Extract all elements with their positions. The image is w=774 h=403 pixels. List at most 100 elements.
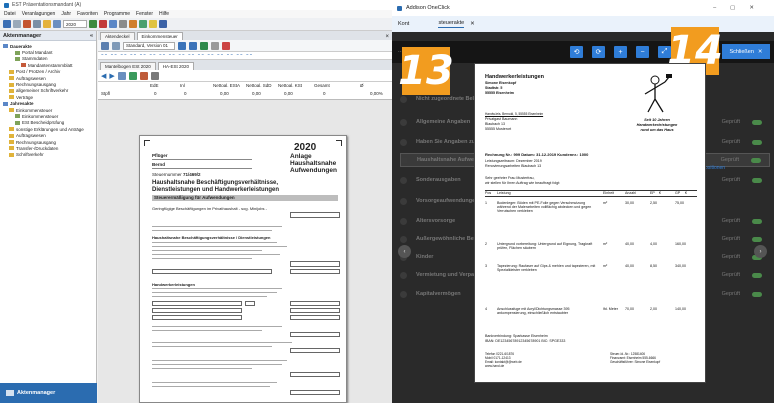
text-input[interactable] <box>152 269 272 274</box>
invoice-row-pos: 4 <box>485 307 487 311</box>
invoice-row-text: Bodenleger: Böden mit PE-Folie gegen Ver… <box>497 201 592 214</box>
sidebar-item-label: Einkommensteuer <box>16 107 53 113</box>
amount-input[interactable] <box>290 301 340 306</box>
error-icon[interactable] <box>99 20 107 28</box>
amount-input[interactable] <box>290 372 340 377</box>
settings-icon[interactable] <box>150 71 159 80</box>
toggle-icon[interactable] <box>752 291 762 297</box>
mail-icon[interactable] <box>23 20 31 28</box>
table-icon[interactable] <box>117 71 126 80</box>
tab-einkommensteuer[interactable]: Einkommensteuer <box>136 32 183 40</box>
tools-icon[interactable] <box>119 20 127 28</box>
toggle-icon[interactable] <box>752 177 762 183</box>
menu-favoriten[interactable]: Favoriten <box>77 11 98 17</box>
menu-fenster[interactable]: Fenster <box>136 11 153 17</box>
check-icon[interactable] <box>139 20 147 28</box>
chart-icon[interactable] <box>109 20 117 28</box>
text-line <box>152 230 272 232</box>
field-tool-icons[interactable]: ⁼⁼ ⁼⁼ ⁼⁼ ⁼⁼ ⁼⁼ ⁼⁼ ⁼⁼ ⁼⁼ ⁼⁼ ⁼⁼ ⁼⁼ ⁼⁼ ⁼⁼ ⁼… <box>101 53 253 59</box>
rotate-left-icon[interactable]: ⟲ <box>570 46 583 58</box>
version-select[interactable]: Standard, Version 01 <box>123 41 175 50</box>
open-icon[interactable] <box>13 20 21 28</box>
collapse-icon[interactable]: « <box>90 33 93 39</box>
invoice-row-gp: 140,00 <box>675 307 686 311</box>
export-icon[interactable] <box>129 20 137 28</box>
menu-hilfe[interactable]: Hilfe <box>159 11 169 17</box>
amount-input[interactable] <box>290 332 340 337</box>
bottom-nav-label: Aktenmanager <box>17 390 56 396</box>
amount-input[interactable] <box>290 348 340 353</box>
text-line <box>152 386 270 388</box>
arrow-icon[interactable] <box>53 20 61 28</box>
toggle-icon[interactable] <box>752 272 762 278</box>
section-minijobs: Geringfügige Beschäftigungen im Privatha… <box>152 206 267 211</box>
sidebar-item-label: sonstige Erklärungen und Anträge <box>16 126 84 132</box>
amount-input[interactable] <box>290 269 340 274</box>
tab-close-icon[interactable]: ✕ <box>470 21 475 27</box>
menu-datei[interactable]: Datei <box>4 11 16 17</box>
section-dienstleistungen: Haushaltsnahe Beschäftigungsverhältnisse… <box>152 235 271 240</box>
note-icon[interactable] <box>139 71 148 80</box>
year-select[interactable]: 2020 <box>63 20 87 28</box>
select-input[interactable] <box>245 301 255 306</box>
toggle-icon[interactable] <box>752 139 762 145</box>
tab-belege[interactable]: Belege <box>415 21 432 27</box>
text-input[interactable] <box>152 301 242 306</box>
aktenmanager-nav-button[interactable]: Aktenmanager <box>0 383 97 403</box>
tab-mantelbogen[interactable]: Mantelbogen ESt 2020 <box>100 62 156 70</box>
toggle-icon[interactable] <box>752 236 762 242</box>
toggle-icon[interactable] <box>752 119 762 125</box>
calculate-icon[interactable] <box>200 41 208 50</box>
next-document-icon[interactable]: › <box>754 245 767 258</box>
grid-icon[interactable] <box>112 41 120 50</box>
field-first-name[interactable]: Bernd <box>152 162 165 167</box>
menu-veranlagungen[interactable]: Veranlagungen <box>22 11 56 17</box>
folder-icon[interactable] <box>43 20 51 28</box>
app-icon <box>4 2 9 8</box>
text-line <box>152 382 277 384</box>
amount-input[interactable] <box>290 308 340 313</box>
forward-arrow-icon[interactable]: ▶ <box>109 72 114 80</box>
tax-software-window: EST Präsentationsmandant (A) Datei Veran… <box>0 0 392 403</box>
rotate-right-icon[interactable]: ⟳ <box>592 46 605 58</box>
checked-label: Geprüft <box>721 272 740 278</box>
home-icon[interactable] <box>3 20 11 28</box>
amount-input[interactable] <box>290 261 340 267</box>
zoom-in-icon[interactable]: + <box>614 46 627 58</box>
menu-jahr[interactable]: Jahr <box>61 11 71 17</box>
sidebar-item[interactable]: Schriftverkehr <box>0 152 96 158</box>
percent-icon[interactable] <box>128 71 137 80</box>
menu-programme[interactable]: Programme <box>104 11 130 17</box>
star-icon[interactable] <box>149 20 157 28</box>
invoice-row-pos: 1 <box>485 201 487 205</box>
tab-ha-est[interactable]: HA-ESt 2020 <box>157 62 195 70</box>
close-icon[interactable]: × <box>385 34 389 40</box>
tab-kont[interactable]: Kont <box>398 21 409 27</box>
delete-icon[interactable] <box>222 41 230 50</box>
field-steuernummer[interactable]: Steuernummer 71/469/2 <box>152 172 201 177</box>
save-icon[interactable] <box>101 41 109 50</box>
first-page-icon[interactable] <box>178 41 186 50</box>
text-input[interactable] <box>152 308 242 313</box>
print-icon[interactable] <box>33 20 41 28</box>
toggle-icon[interactable] <box>752 218 762 224</box>
tab-aktendeckel[interactable]: Aktendeckel <box>100 32 135 40</box>
toggle-icon[interactable] <box>751 157 761 163</box>
amount-input[interactable] <box>290 212 340 218</box>
text-line <box>152 254 280 256</box>
window-controls[interactable]: –▢✕ <box>713 5 774 11</box>
tab-steuerakte[interactable]: steuerakte <box>438 20 465 28</box>
next-icon[interactable] <box>189 41 197 50</box>
amount-input[interactable] <box>290 390 340 395</box>
calc-icon[interactable] <box>89 20 97 28</box>
help-icon[interactable] <box>159 20 167 28</box>
checked-label: Geprüft <box>721 177 740 183</box>
zoom-out-icon[interactable]: − <box>636 46 649 58</box>
print-form-icon[interactable] <box>211 41 219 50</box>
amount-input[interactable] <box>290 315 340 320</box>
prev-document-icon[interactable]: ‹ <box>398 245 411 258</box>
field-name[interactable]: Pflüger <box>152 153 168 158</box>
back-arrow-icon[interactable]: ◀ <box>101 72 106 80</box>
text-input[interactable] <box>152 315 242 320</box>
close-viewer-button[interactable]: Schließen ✕ <box>722 44 770 59</box>
